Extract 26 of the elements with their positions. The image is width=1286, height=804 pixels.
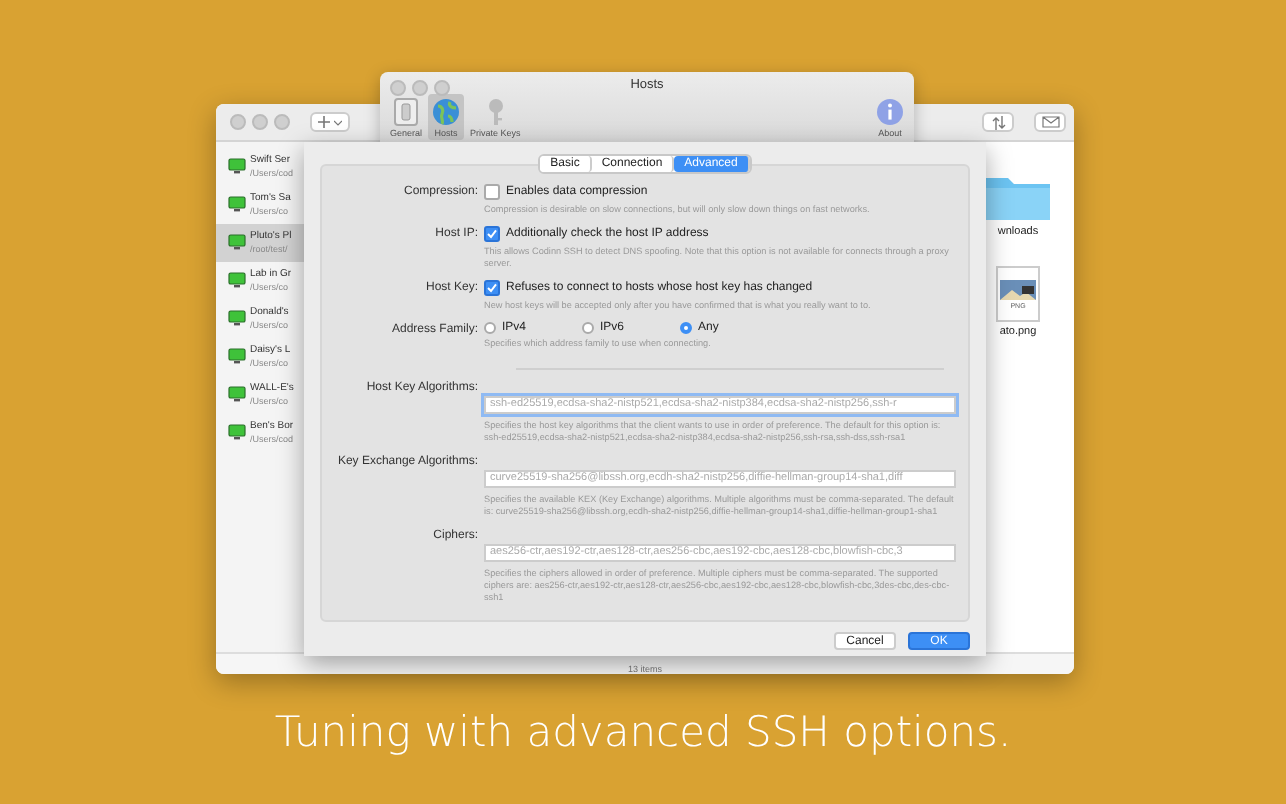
checkbox[interactable]: [484, 226, 500, 242]
envelope-icon: [1041, 116, 1059, 128]
radio-button[interactable]: [484, 322, 496, 334]
add-button[interactable]: [310, 112, 350, 132]
monitor-icon: [228, 310, 246, 326]
sort-icon: [991, 115, 1005, 129]
monitor-icon: [228, 158, 246, 174]
globe-icon: [432, 98, 461, 126]
share-button[interactable]: [1034, 112, 1066, 132]
key-icon: [485, 98, 506, 126]
monitor-icon: [228, 424, 246, 440]
checkbox[interactable]: [484, 184, 500, 200]
monitor-icon: [228, 348, 246, 364]
caret-icon: [334, 119, 342, 125]
switch-icon: [394, 98, 418, 126]
radio-button[interactable]: [582, 322, 595, 334]
checkbox[interactable]: [484, 280, 500, 296]
plus-icon: [318, 116, 330, 128]
monitor-icon: [228, 386, 246, 402]
radio-button[interactable]: [680, 322, 693, 334]
caption: Tuning with advanced SSH options.: [272, 708, 1014, 756]
monitor-icon: [228, 234, 246, 250]
info-icon: [876, 98, 904, 126]
monitor-icon: [228, 272, 246, 288]
sort-button[interactable]: [982, 112, 1014, 132]
monitor-icon: [228, 196, 246, 212]
